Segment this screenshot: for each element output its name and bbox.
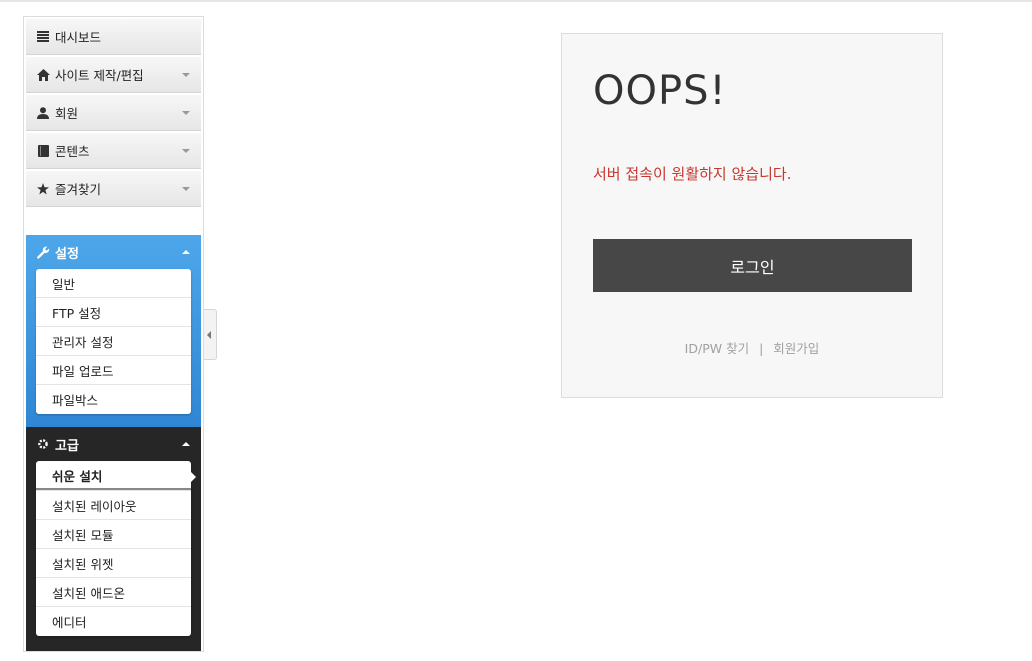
submenu-item-general[interactable]: 일반 — [36, 269, 191, 298]
settings-group-header[interactable]: 설정 — [26, 235, 201, 269]
link-separator: | — [759, 341, 764, 356]
signup-link[interactable]: 회원가입 — [773, 341, 819, 356]
submenu-item-filebox[interactable]: 파일박스 — [36, 385, 191, 414]
user-icon — [36, 106, 50, 119]
submenu-item-ftp[interactable]: FTP 설정 — [36, 298, 191, 327]
advanced-group: 고급 쉬운 설치 설치된 레이아웃 설치된 모듈 설치된 위젯 설치된 애드온 … — [26, 427, 201, 651]
chevron-left-icon — [207, 331, 211, 339]
error-message: 서버 접속이 원활하지 않습니다. — [593, 165, 792, 183]
chevron-down-icon — [182, 73, 190, 77]
advanced-group-title: 고급 — [55, 438, 79, 454]
book-icon — [36, 144, 50, 157]
advanced-submenu: 쉬운 설치 설치된 레이아웃 설치된 모듈 설치된 위젯 설치된 애드온 에디터 — [36, 461, 191, 636]
submenu-item-addons[interactable]: 설치된 애드온 — [36, 578, 191, 607]
find-id-pw-link[interactable]: ID/PW 찾기 — [685, 341, 749, 356]
sidebar-item-label: 사이트 제작/편집 — [55, 68, 144, 83]
wrench-icon — [36, 246, 50, 259]
sidebar-item-label: 대시보드 — [55, 30, 102, 45]
submenu-item-file-upload[interactable]: 파일 업로드 — [36, 356, 191, 385]
chevron-down-icon — [182, 187, 190, 191]
login-button[interactable]: 로그인 — [593, 239, 912, 292]
settings-group: 설정 일반 FTP 설정 관리자 설정 파일 업로드 파일박스 — [26, 235, 201, 427]
chevron-down-icon — [182, 111, 190, 115]
list-icon — [36, 31, 50, 42]
sidebar-item-label: 회원 — [55, 106, 79, 121]
error-title: OOPS! — [593, 68, 727, 114]
gear-icon — [36, 438, 50, 450]
submenu-item-modules[interactable]: 설치된 모듈 — [36, 520, 191, 549]
sidebar-item-members[interactable]: 회원 — [26, 95, 201, 131]
home-icon — [36, 68, 50, 81]
settings-submenu: 일반 FTP 설정 관리자 설정 파일 업로드 파일박스 — [36, 269, 191, 414]
submenu-item-easy-install[interactable]: 쉬운 설치 — [36, 461, 191, 491]
submenu-item-admin[interactable]: 관리자 설정 — [36, 327, 191, 356]
chevron-up-icon — [182, 250, 190, 254]
sidebar-item-label: 콘텐츠 — [55, 144, 90, 159]
sidebar-item-label: 즐겨찾기 — [55, 182, 102, 197]
sidebar-item-site-edit[interactable]: 사이트 제작/편집 — [26, 57, 201, 93]
sidebar-item-dashboard[interactable]: 대시보드 — [26, 19, 201, 55]
submenu-item-widgets[interactable]: 설치된 위젯 — [36, 549, 191, 578]
top-border — [0, 0, 1032, 2]
advanced-group-header[interactable]: 고급 — [26, 427, 201, 461]
chevron-up-icon — [182, 442, 190, 446]
error-card: OOPS! 서버 접속이 원활하지 않습니다. 로그인 ID/PW 찾기 | 회원가… — [561, 33, 943, 398]
submenu-item-editor[interactable]: 에디터 — [36, 607, 191, 636]
sidebar-item-contents[interactable]: 콘텐츠 — [26, 133, 201, 169]
settings-group-title: 설정 — [55, 246, 79, 262]
star-icon — [36, 182, 50, 195]
sidebar-item-favorites[interactable]: 즐겨찾기 — [26, 171, 201, 207]
sidebar-collapse-button[interactable] — [204, 309, 217, 360]
active-item-pointer — [189, 470, 196, 484]
sidebar: 대시보드 사이트 제작/편집 회원 콘텐츠 즐겨찾기 설정 일반 FTP 설정 … — [23, 16, 204, 652]
submenu-item-layouts[interactable]: 설치된 레이아웃 — [36, 491, 191, 520]
account-links: ID/PW 찾기 | 회원가입 — [562, 338, 942, 357]
chevron-down-icon — [182, 149, 190, 153]
